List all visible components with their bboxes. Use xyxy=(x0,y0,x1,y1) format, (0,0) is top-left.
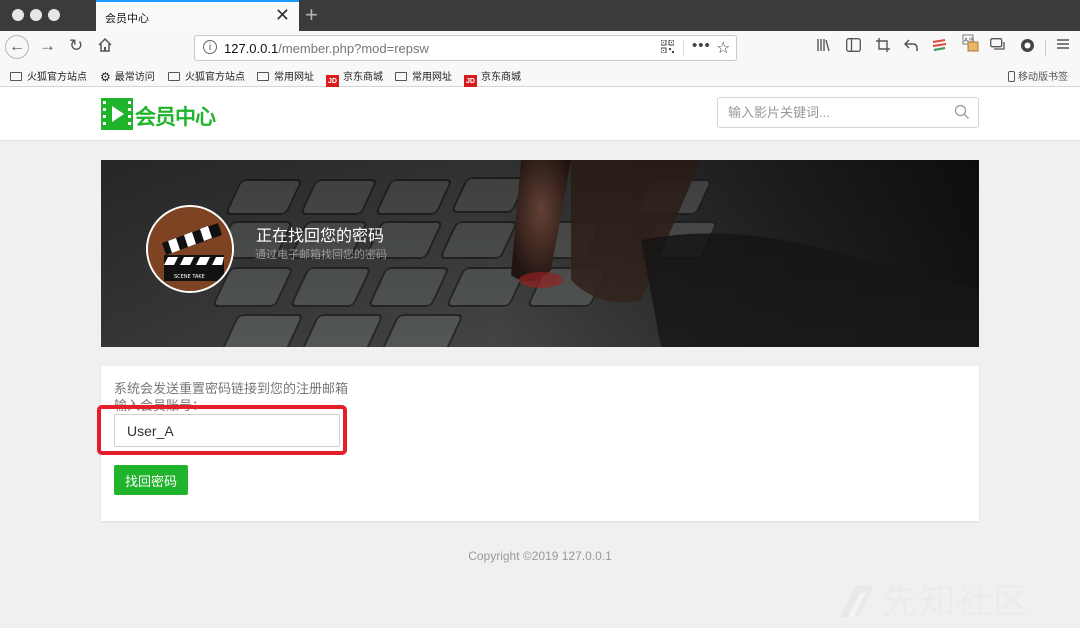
url-bar[interactable]: i 127.0.0.1/member.php?mod=repsw ••• ☆ xyxy=(194,35,737,61)
bookmark-item[interactable]: ⚙ 最常访问 xyxy=(100,68,155,84)
mobile-icon xyxy=(1008,71,1015,82)
url-text: 127.0.0.1/member.php?mod=repsw xyxy=(224,41,429,56)
gear-icon: ⚙ xyxy=(100,70,111,84)
account-input[interactable] xyxy=(114,414,340,447)
screenshot-crop-icon[interactable] xyxy=(876,38,890,55)
reset-password-card: 系统会发送重置密码链接到您的注册邮箱 输入会员账号： 找回密码 xyxy=(97,366,979,521)
sidebar-icon[interactable] xyxy=(846,38,861,55)
window-minimize-dot[interactable] xyxy=(30,9,42,21)
bookmark-item[interactable]: 火狐官方站点 xyxy=(10,68,87,83)
undo-icon[interactable] xyxy=(903,38,918,55)
search-icon[interactable] xyxy=(954,104,970,125)
svg-text:SCENE TAKE: SCENE TAKE xyxy=(174,274,205,280)
chat-icon[interactable] xyxy=(990,38,1006,55)
url-divider xyxy=(683,40,684,56)
window-zoom-dot[interactable] xyxy=(48,9,60,21)
library-icon[interactable] xyxy=(817,38,831,55)
page-actions-icon[interactable]: ••• xyxy=(692,37,711,54)
home-icon[interactable] xyxy=(97,37,113,58)
logo-text: 会员中心 xyxy=(135,106,216,129)
bookmarks-bar: 火狐官方站点 ⚙ 最常访问 火狐官方站点 常用网址 JD 京东商城 常用网址 JD 京… xyxy=(0,65,1080,88)
bookmark-star-icon[interactable]: ☆ xyxy=(716,38,730,58)
back-icon[interactable]: ← xyxy=(5,35,29,59)
browser-titlebar: 会员中心 ✕ + xyxy=(0,0,1080,31)
bookmark-item[interactable]: 火狐官方站点 xyxy=(168,68,245,83)
tab-close-icon[interactable]: ✕ xyxy=(275,6,290,24)
bookmark-item[interactable]: 常用网址 xyxy=(257,68,314,83)
watermark-logo-icon xyxy=(838,583,876,619)
forward-icon[interactable]: → xyxy=(39,36,56,56)
folder-icon xyxy=(10,72,22,81)
browser-navbar: ← → ↻ i 127.0.0.1/member.php?mod=repsw •… xyxy=(0,31,1080,65)
recover-password-button[interactable]: 找回密码 xyxy=(114,465,188,495)
bookmark-item[interactable]: JD 京东商城 xyxy=(326,68,383,88)
search-box xyxy=(717,97,979,128)
account-label: 输入会员账号： xyxy=(114,398,206,413)
menu-hamburger-icon[interactable] xyxy=(1056,37,1070,54)
site-header: 会员中心 xyxy=(0,87,1080,141)
folder-icon xyxy=(395,72,407,81)
translate-icon[interactable]: A/B xyxy=(962,34,980,57)
qr-code-icon[interactable] xyxy=(660,39,675,56)
folder-icon xyxy=(257,72,269,81)
site-info-icon[interactable]: i xyxy=(203,40,217,54)
search-input[interactable] xyxy=(718,98,958,127)
record-icon[interactable] xyxy=(1020,38,1035,56)
watermark: 先知社区 xyxy=(838,572,1030,624)
footer-copyright: Copyright ©2019 127.0.0.1 xyxy=(468,549,612,563)
bookmark-item[interactable]: JD 京东商城 xyxy=(464,68,521,88)
browser-tab[interactable]: 会员中心 ✕ xyxy=(96,0,299,31)
toolbar-divider xyxy=(1045,40,1046,56)
film-play-icon xyxy=(101,98,133,130)
folder-icon xyxy=(168,72,180,81)
extension-icon[interactable] xyxy=(932,38,947,55)
hero-banner: SCENE TAKE 正在找回您的密码 通过电子邮箱找回您的密码 xyxy=(101,160,979,347)
bookmark-item[interactable]: 常用网址 xyxy=(395,68,452,83)
window-close-dot[interactable] xyxy=(12,9,24,21)
banner-title: 正在找回您的密码 xyxy=(256,228,385,245)
tab-title: 会员中心 xyxy=(105,13,149,25)
new-tab-icon[interactable]: + xyxy=(305,2,318,28)
mobile-bookmarks[interactable]: 移动版书签 xyxy=(1008,68,1068,83)
clapperboard-avatar: SCENE TAKE xyxy=(146,205,234,293)
reload-icon[interactable]: ↻ xyxy=(69,36,83,56)
banner-subtitle: 通过电子邮箱找回您的密码 xyxy=(255,249,387,261)
